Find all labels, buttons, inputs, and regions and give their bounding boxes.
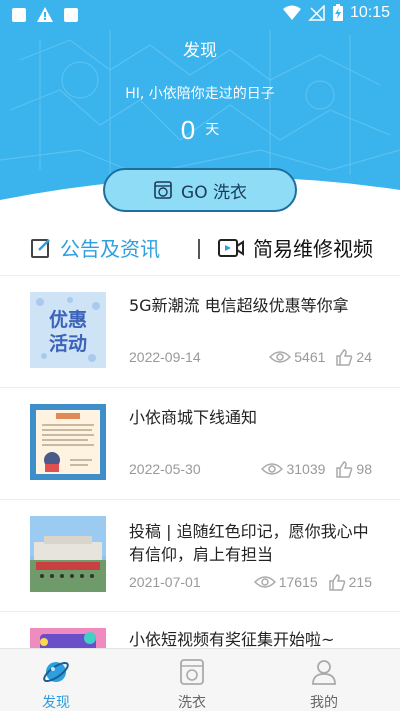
days-counter: 0天 [0, 115, 400, 146]
feed-item-title: 小依商城下线通知 [129, 408, 258, 427]
status-bar: 10:15 [0, 0, 400, 30]
thumbs-up-icon [328, 574, 345, 591]
like-count: 215 [348, 574, 372, 590]
battery-charging-icon [332, 4, 343, 21]
feed-item-title: 小依短视频有奖征集开始啦~ [129, 630, 335, 648]
wifi-icon [282, 5, 301, 20]
eye-icon [261, 463, 284, 475]
svg-text:优惠: 优惠 [49, 308, 87, 331]
feed-item-date: 2022-09-14 [129, 349, 201, 365]
feed-item-stats: 17615 215 [253, 573, 372, 591]
feed-item-stats: 31039 98 [261, 460, 372, 478]
eye-icon [269, 351, 292, 363]
tab-divider [198, 239, 200, 259]
svg-text:活动: 活动 [49, 332, 87, 355]
days-unit: 天 [205, 122, 220, 138]
feed-item[interactable]: 小依短视频有奖征集开始啦~ [0, 612, 400, 648]
nav-discover[interactable]: 发现 [6, 657, 106, 711]
tab-announcements[interactable]: 公告及资讯 [30, 233, 160, 262]
tab-repair-videos[interactable]: 简易维修视频 [217, 233, 373, 262]
edit-note-icon [31, 238, 50, 258]
thumbs-up-icon [336, 461, 353, 478]
days-count: 0 [180, 115, 196, 145]
feed-item[interactable]: 投稿 | 追随红色印记，愿你我心中有信仰，肩上有担当 2021-07-01 17… [0, 500, 400, 612]
nav-discover-label: 发现 [42, 695, 70, 711]
like-count: 98 [356, 461, 372, 477]
planet-icon [43, 661, 69, 683]
feed-item[interactable]: 小依商城下线通知 2022-05-30 31039 98 [0, 388, 400, 500]
nav-profile-label: 我的 [310, 695, 338, 711]
eye-icon [253, 576, 276, 588]
tab-repair-videos-label: 简易维修视频 [253, 237, 373, 261]
feed-item-date: 2022-05-30 [129, 461, 201, 477]
view-count: 5461 [294, 349, 326, 365]
washing-machine-icon [180, 659, 204, 685]
feed-item[interactable]: 优惠 活动 5G新潮流 电信超级优惠等你拿 2022-09-14 5461 24 [0, 276, 400, 388]
user-icon [312, 660, 336, 685]
page-title: 发现 [183, 41, 217, 61]
video-camera-icon [218, 238, 244, 257]
notification-square-icon [12, 8, 26, 22]
go-laundry-label: GO 洗衣 [181, 182, 247, 203]
warning-icon [37, 7, 53, 22]
nav-laundry[interactable]: 洗衣 [142, 657, 242, 711]
event-photo-thumbnail [30, 516, 106, 592]
feed-item-title: 5G新潮流 电信超级优惠等你拿 [129, 296, 349, 315]
bottom-navigation: 发现 洗衣 我的 [0, 648, 400, 711]
notice-thumbnail [30, 404, 106, 480]
nav-laundry-label: 洗衣 [178, 695, 206, 711]
view-count: 31039 [286, 461, 326, 477]
feed-item-title: 投稿 | 追随红色印记，愿你我心中有信仰，肩上有担当 [129, 522, 369, 564]
promo-thumbnail: 优惠 活动 [30, 292, 106, 368]
feed-item-date: 2021-07-01 [129, 574, 201, 590]
washing-machine-icon [154, 181, 172, 199]
news-feed[interactable]: 优惠 活动 5G新潮流 电信超级优惠等你拿 2022-09-14 5461 24… [0, 276, 400, 648]
thumbs-up-icon [336, 349, 353, 366]
notification-square-icon [64, 8, 78, 22]
view-count: 17615 [278, 574, 318, 590]
signal-off-icon [308, 5, 325, 21]
go-laundry-button[interactable]: GO 洗衣 [103, 168, 297, 212]
tab-announcements-label: 公告及资讯 [60, 237, 160, 261]
content-tabs: 公告及资讯 简易维修视频 [0, 222, 400, 276]
greeting-text: HI, 小依陪你走过的日子 [125, 86, 275, 102]
status-time: 10:15 [349, 4, 390, 21]
like-count: 24 [356, 349, 372, 365]
feed-item-stats: 5461 24 [269, 348, 372, 366]
nav-profile[interactable]: 我的 [274, 657, 374, 711]
video-contest-thumbnail [30, 628, 106, 648]
